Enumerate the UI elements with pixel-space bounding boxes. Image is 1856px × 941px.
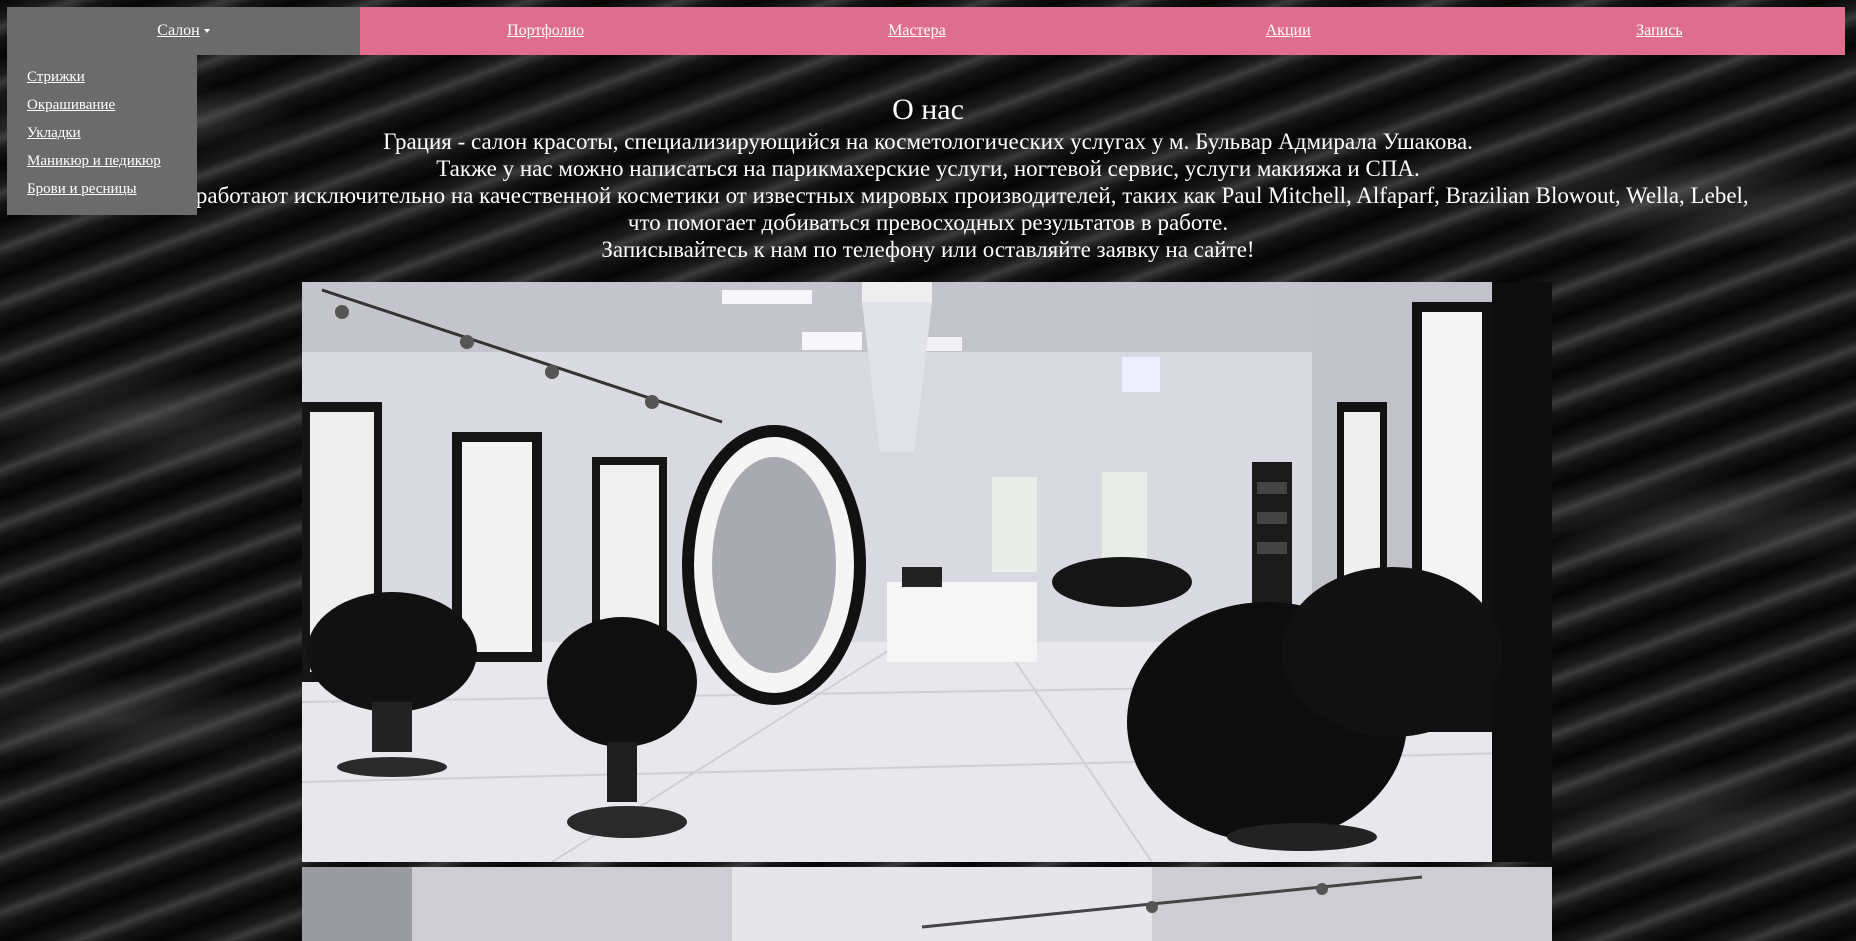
main-nav: Салон Портфолио Мастера Акции Запись [7,7,1845,55]
nav-item-portfolio[interactable]: Портфолио [360,7,731,55]
dropdown-item-manicure[interactable]: Маникюр и педикюр [27,153,197,181]
dropdown-item-coloring[interactable]: Окрашивание [27,97,197,125]
salon-second-photo [302,867,1552,941]
salon-interior-illustration [302,282,1552,862]
salon-interior-photo [302,282,1552,862]
about-line: Грация - салон красоты, специализирующий… [383,129,1473,154]
about-title: О нас [892,93,964,126]
nav-item-label: Акции [1265,22,1311,39]
about-line: Мастера работают исключительно на качест… [107,183,1749,208]
salon-second-illustration [302,867,1552,941]
nav-item-label: Мастера [888,22,946,39]
nav-item-promotions[interactable]: Акции [1103,7,1474,55]
nav-item-salon[interactable]: Салон [7,7,360,55]
dropdown-item-haircuts[interactable]: Стрижки [27,69,197,97]
nav-item-label: Запись [1636,22,1683,39]
nav-item-label: Портфолио [507,22,585,39]
about-section: О нас Грация - салон красоты, специализи… [0,92,1856,263]
nav-item-label: Салон [157,22,200,39]
about-line: Также у нас можно написаться на парикмах… [436,156,1420,181]
caret-down-icon [203,29,210,33]
dropdown-item-brows[interactable]: Брови и ресницы [27,181,197,209]
about-line: что помогает добиваться превосходных рез… [627,210,1229,235]
about-line: Записывайтесь к нам по телефону или оста… [601,237,1255,262]
nav-item-booking[interactable]: Запись [1474,7,1845,55]
salon-dropdown-menu: Стрижки Окрашивание Укладки Маникюр и пе… [7,55,197,215]
page: Салон Портфолио Мастера Акции Запись Стр… [0,0,1856,941]
dropdown-item-styling[interactable]: Укладки [27,125,197,153]
nav-item-masters[interactable]: Мастера [731,7,1102,55]
